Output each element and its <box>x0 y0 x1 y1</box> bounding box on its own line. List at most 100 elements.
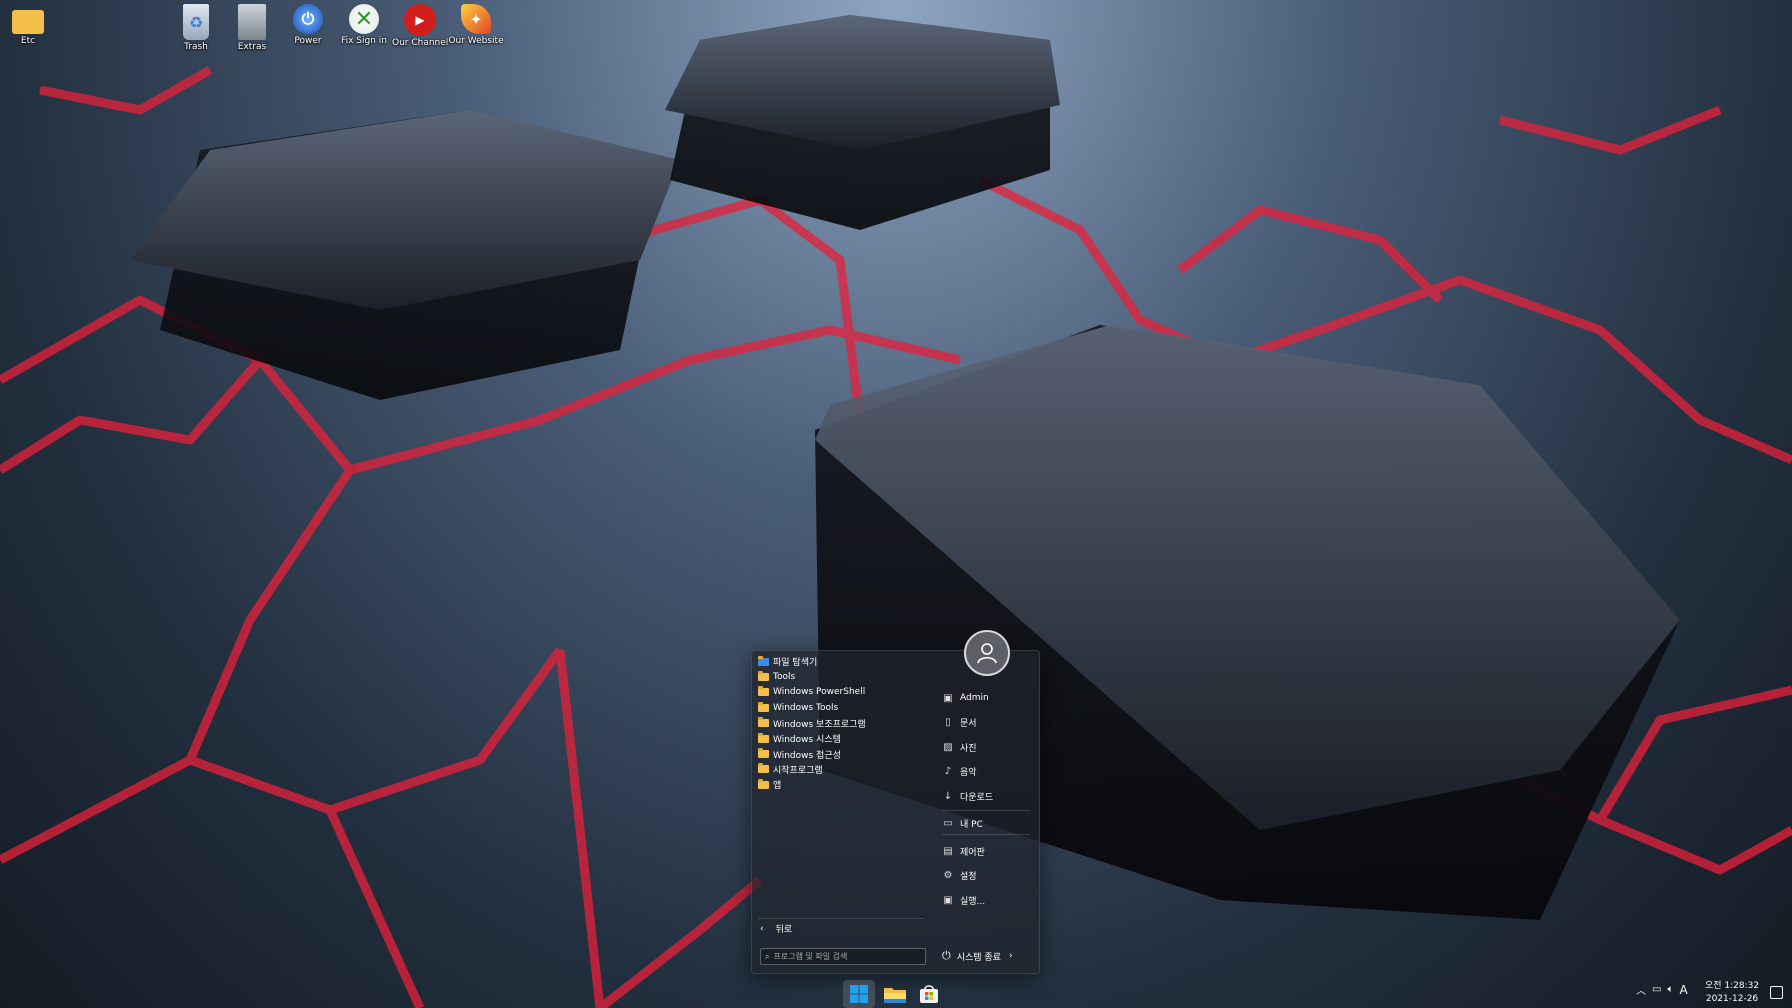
start-button[interactable] <box>843 980 875 1008</box>
program-item-windows-tools[interactable]: Windows Tools <box>758 700 928 715</box>
notification-icon[interactable] <box>1770 986 1783 999</box>
search-icon: ⌕ <box>765 951 770 961</box>
place-downloads[interactable]: ↓ 다운로드 <box>942 784 1032 809</box>
program-item-label: 앱 <box>773 781 782 792</box>
program-item-label: 시작프로그램 <box>773 765 823 776</box>
place-label: 내 PC <box>960 820 983 831</box>
chevron-right-icon[interactable]: › <box>1009 951 1013 961</box>
program-item-label: Windows 접근성 <box>773 750 841 761</box>
taskbar-clock[interactable]: 오전 1:28:32 2021-12-26 <box>1700 980 1764 1006</box>
user-avatar[interactable] <box>964 630 1010 676</box>
file-explorer-icon <box>884 988 906 1003</box>
chevron-up-icon[interactable]: ︿ <box>1636 982 1646 997</box>
language-indicator[interactable]: A <box>1679 983 1687 997</box>
program-item-label: Tools <box>773 672 796 683</box>
places-divider <box>942 834 1030 835</box>
desktop-icon-power[interactable]: ⏻ Power <box>280 4 336 46</box>
desktop-icon-label: Trash <box>184 42 208 52</box>
search-input[interactable]: ⌕ 프로그램 및 파일 검색 <box>760 948 926 965</box>
folder-icon <box>758 686 769 697</box>
place-this-pc[interactable]: ▭ 내 PC <box>942 812 1032 837</box>
desktop-icon-trash[interactable]: ♻ Trash <box>168 4 224 52</box>
gear-icon: ⚙ <box>943 870 953 882</box>
xbox-icon: ✕ <box>349 4 379 34</box>
desktop-icon-fix-sign-in[interactable]: ✕ Fix Sign in <box>336 4 392 46</box>
clock-time: 오전 1:28:32 <box>1704 981 1760 991</box>
shutdown-label: 시스템 종료 <box>956 952 1001 963</box>
place-music[interactable]: ♪ 음악 <box>942 760 1032 785</box>
desktop-icon-label: Our Website <box>448 36 504 46</box>
back-label: 뒤로 <box>775 925 793 935</box>
shutdown-button[interactable]: ⏻ 시스템 종료 › <box>942 949 1013 963</box>
recycle-bin-icon: ♻ <box>183 4 209 40</box>
desktop-icon-our-channel[interactable]: ▶ Our Channel <box>392 4 448 48</box>
power-settings-icon: ⏻ <box>293 4 323 34</box>
program-item-accessibility[interactable]: Windows 접근성 <box>758 746 928 761</box>
place-label: 문서 <box>960 719 977 730</box>
youtube-icon: ▶ <box>404 4 436 36</box>
folder-icon <box>758 778 769 789</box>
file-explorer-folder-icon <box>758 655 769 666</box>
windows-logo-icon <box>850 985 868 1003</box>
place-label: 제어판 <box>960 847 985 858</box>
place-pictures[interactable]: ▨ 사진 <box>942 735 1032 760</box>
program-item-accessories[interactable]: Windows 보조프로그램 <box>758 716 928 731</box>
desktop-icon-our-website[interactable]: ✦ Our Website <box>448 4 504 46</box>
clock-date: 2021-12-26 <box>1705 994 1759 1004</box>
file-explorer-button[interactable] <box>879 980 911 1008</box>
system-tray: ︿ ▭ 🔈︎ A <box>1636 982 1688 998</box>
folder-icon <box>758 701 769 712</box>
folder-icon <box>758 732 769 743</box>
folder-icon <box>12 10 44 34</box>
program-item-apps[interactable]: 앱 <box>758 777 928 792</box>
place-control-panel[interactable]: ▤ 제어판 <box>942 839 1032 864</box>
desktop-icon-extras[interactable]: Extras <box>224 4 280 52</box>
place-label: 다운로드 <box>960 792 994 803</box>
music-icon: ♪ <box>944 766 952 778</box>
program-item-tools[interactable]: Tools <box>758 669 928 684</box>
program-item-powershell[interactable]: Windows PowerShell <box>758 685 928 700</box>
picture-icon: ▨ <box>943 741 953 753</box>
back-divider <box>758 918 924 919</box>
place-run[interactable]: ▣ 실행... <box>942 888 1032 913</box>
folder-icon <box>758 717 769 728</box>
document-icon: ▯ <box>945 717 951 729</box>
places-divider <box>942 810 1030 811</box>
network-icon[interactable]: ▭ <box>1652 984 1661 995</box>
desktop-icon-label: Power <box>294 36 322 46</box>
start-menu-places: ▣ Admin ▯ 문서 ▨ 사진 ♪ 음악 ↓ 다운로드 ▭ 내 PC ▤ 제… <box>942 686 1032 913</box>
power-icon: ⏻ <box>942 949 951 962</box>
volume-icon[interactable]: 🔈︎ <box>1667 984 1673 995</box>
folder-icon <box>758 748 769 759</box>
place-label: 설정 <box>960 872 977 883</box>
start-menu-program-list: 파일 탐색기 Tools Windows PowerShell Windows … <box>758 654 928 793</box>
program-item-label: 파일 탐색기 <box>773 658 818 669</box>
place-label: Admin <box>960 693 989 704</box>
download-icon: ↓ <box>943 790 953 802</box>
desktop-icon-label: Our Channel <box>392 38 449 48</box>
folder-icon <box>758 763 769 774</box>
place-admin[interactable]: ▣ Admin <box>942 686 1032 711</box>
place-documents[interactable]: ▯ 문서 <box>942 711 1032 736</box>
program-item-system[interactable]: Windows 시스템 <box>758 731 928 746</box>
user-icon <box>977 643 997 664</box>
store-button[interactable] <box>913 980 945 1008</box>
program-item-file-explorer[interactable]: 파일 탐색기 <box>758 654 928 669</box>
desktop-icon-label: Extras <box>237 42 267 52</box>
run-icon: ▣ <box>943 894 953 906</box>
place-label: 실행... <box>960 896 986 907</box>
program-item-startup[interactable]: 시작프로그램 <box>758 762 928 777</box>
place-label: 음악 <box>960 768 977 779</box>
desktop-icon-label: Etc <box>20 36 36 46</box>
place-settings[interactable]: ⚙ 설정 <box>942 864 1032 889</box>
control-panel-icon: ▤ <box>943 845 953 857</box>
desktop-icon-label: Fix Sign in <box>341 36 387 46</box>
user-folder-icon: ▣ <box>943 692 953 704</box>
desktop-icon-etc[interactable]: Etc <box>0 4 56 46</box>
program-item-label: Windows 보조프로그램 <box>773 719 866 730</box>
program-item-label: Windows 시스템 <box>773 735 841 746</box>
folder-icon <box>758 671 769 682</box>
computer-icon: ▭ <box>943 818 953 830</box>
search-placeholder: 프로그램 및 파일 검색 <box>773 952 848 961</box>
back-button[interactable]: ‹ 뒤로 <box>760 922 793 936</box>
